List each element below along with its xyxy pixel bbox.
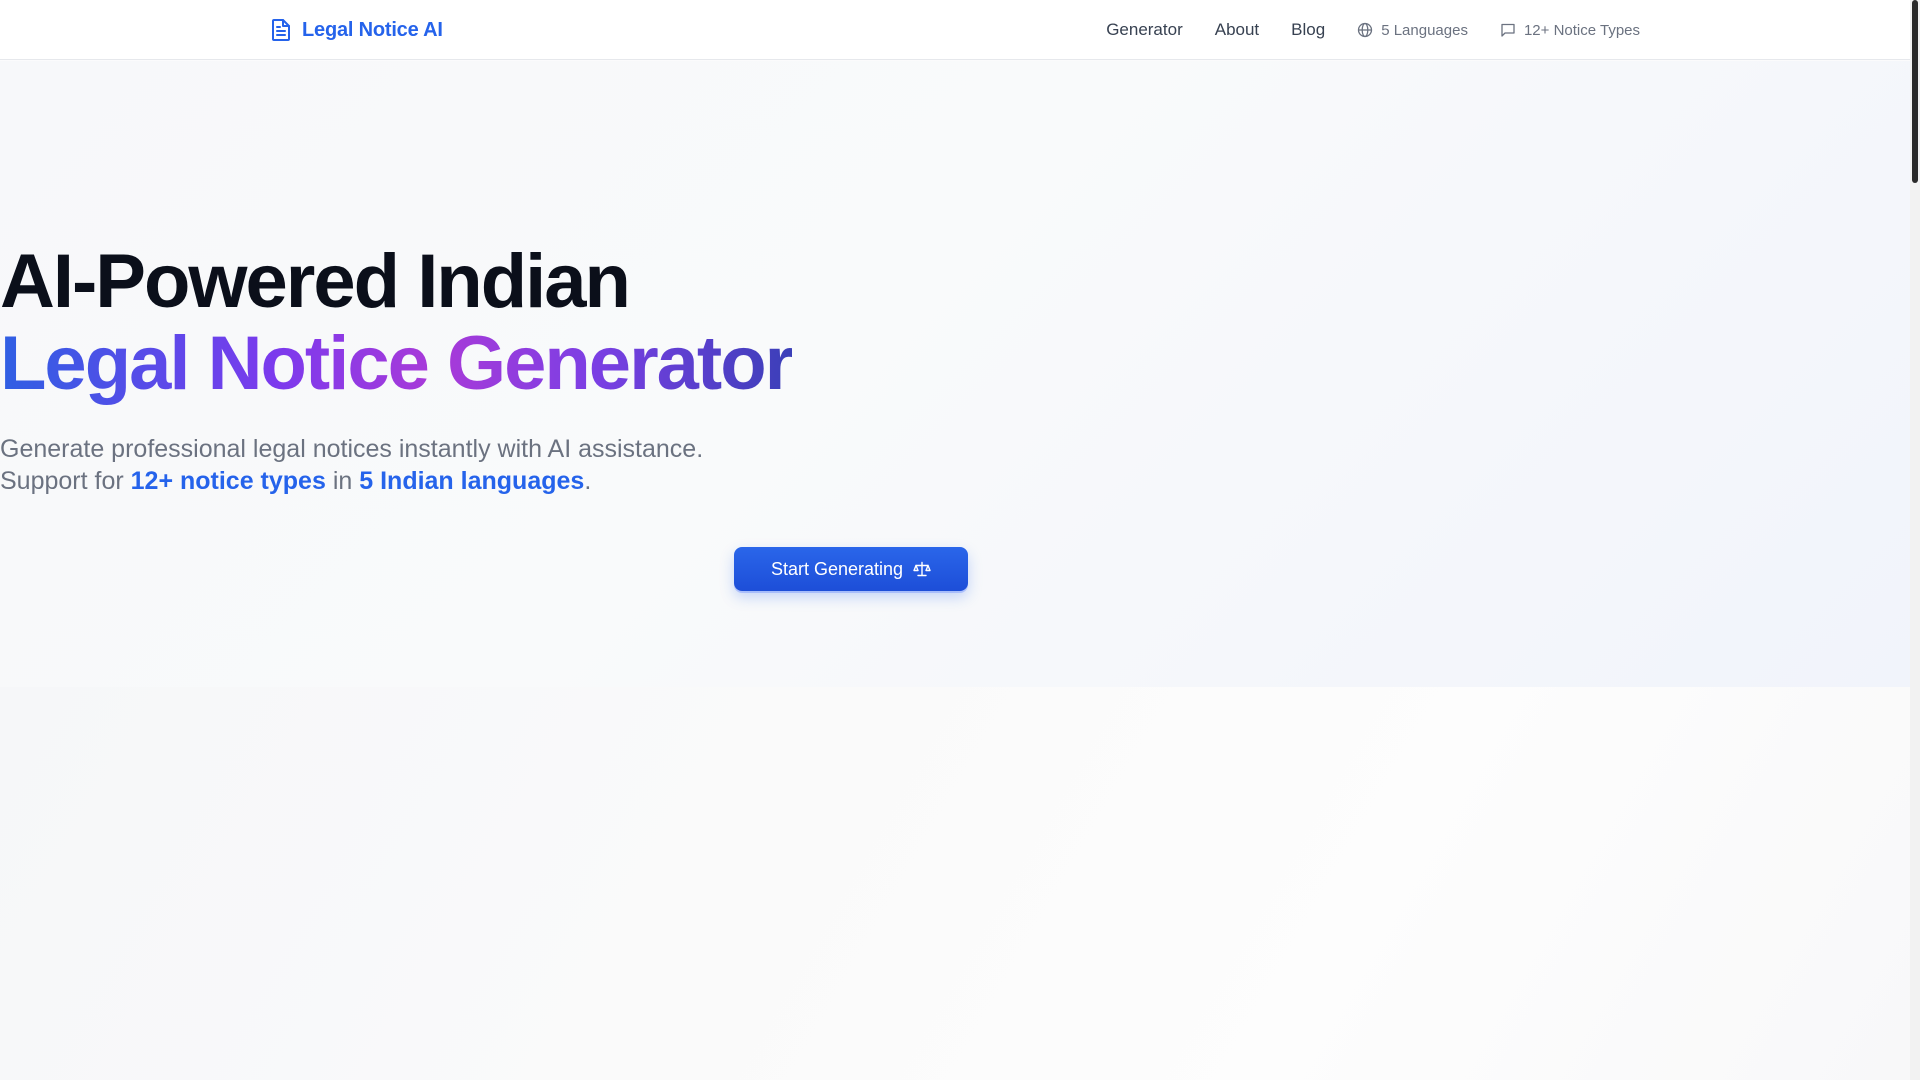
top-navigation-bar: Legal Notice AI Generator About Blog 5 L… xyxy=(0,0,1910,60)
message-square-icon xyxy=(1500,22,1516,38)
notice-types-label: 12+ Notice Types xyxy=(1523,21,1640,39)
notice-types-indicator: 12+ Notice Types xyxy=(1500,22,1640,39)
hero-subtitle-prefix: Support for xyxy=(0,467,124,495)
hero-title-gradient-text: Legal Notice Generator xyxy=(0,321,794,414)
languages-label: 5 Languages xyxy=(1381,21,1468,39)
page-scrollbar[interactable] xyxy=(1910,0,1920,1080)
hero-section: AI-Powered Indian Legal Notice Generator… xyxy=(0,61,1910,687)
hero-subtitle-middle: in xyxy=(332,467,353,495)
start-generating-button[interactable]: Start Generating xyxy=(734,547,968,591)
notice-types-highlight: 12+ notice types xyxy=(130,467,326,495)
nav-link-blog[interactable]: Blog xyxy=(1291,20,1325,40)
hero-title-line1: AI-Powered Indian xyxy=(0,239,631,324)
hero-title-line2: Legal Notice Generator xyxy=(0,326,1910,402)
lower-section xyxy=(0,687,1910,1080)
scrollbar-thumb[interactable] xyxy=(1912,0,1918,183)
hero-subtitle-line1: Generate professional legal notices inst… xyxy=(0,435,704,463)
hero-subtitle-suffix: . xyxy=(584,467,592,495)
nav-link-generator[interactable]: Generator xyxy=(1106,20,1183,40)
document-icon xyxy=(270,18,292,42)
brand-logo-link[interactable]: Legal Notice AI xyxy=(270,0,443,60)
brand-name: Legal Notice AI xyxy=(302,18,443,41)
scale-icon xyxy=(913,561,931,577)
main-nav: Generator About Blog 5 Languages 12+ Not… xyxy=(1106,0,1640,60)
languages-highlight: 5 Indian languages xyxy=(359,467,585,495)
hero-subtitle: Generate professional legal notices inst… xyxy=(0,433,1910,497)
globe-icon xyxy=(1357,22,1373,38)
page: Legal Notice AI Generator About Blog 5 L… xyxy=(0,0,1920,1080)
nav-link-about[interactable]: About xyxy=(1215,20,1259,40)
start-generating-label: Start Generating xyxy=(770,558,904,579)
languages-indicator: 5 Languages xyxy=(1357,22,1468,39)
